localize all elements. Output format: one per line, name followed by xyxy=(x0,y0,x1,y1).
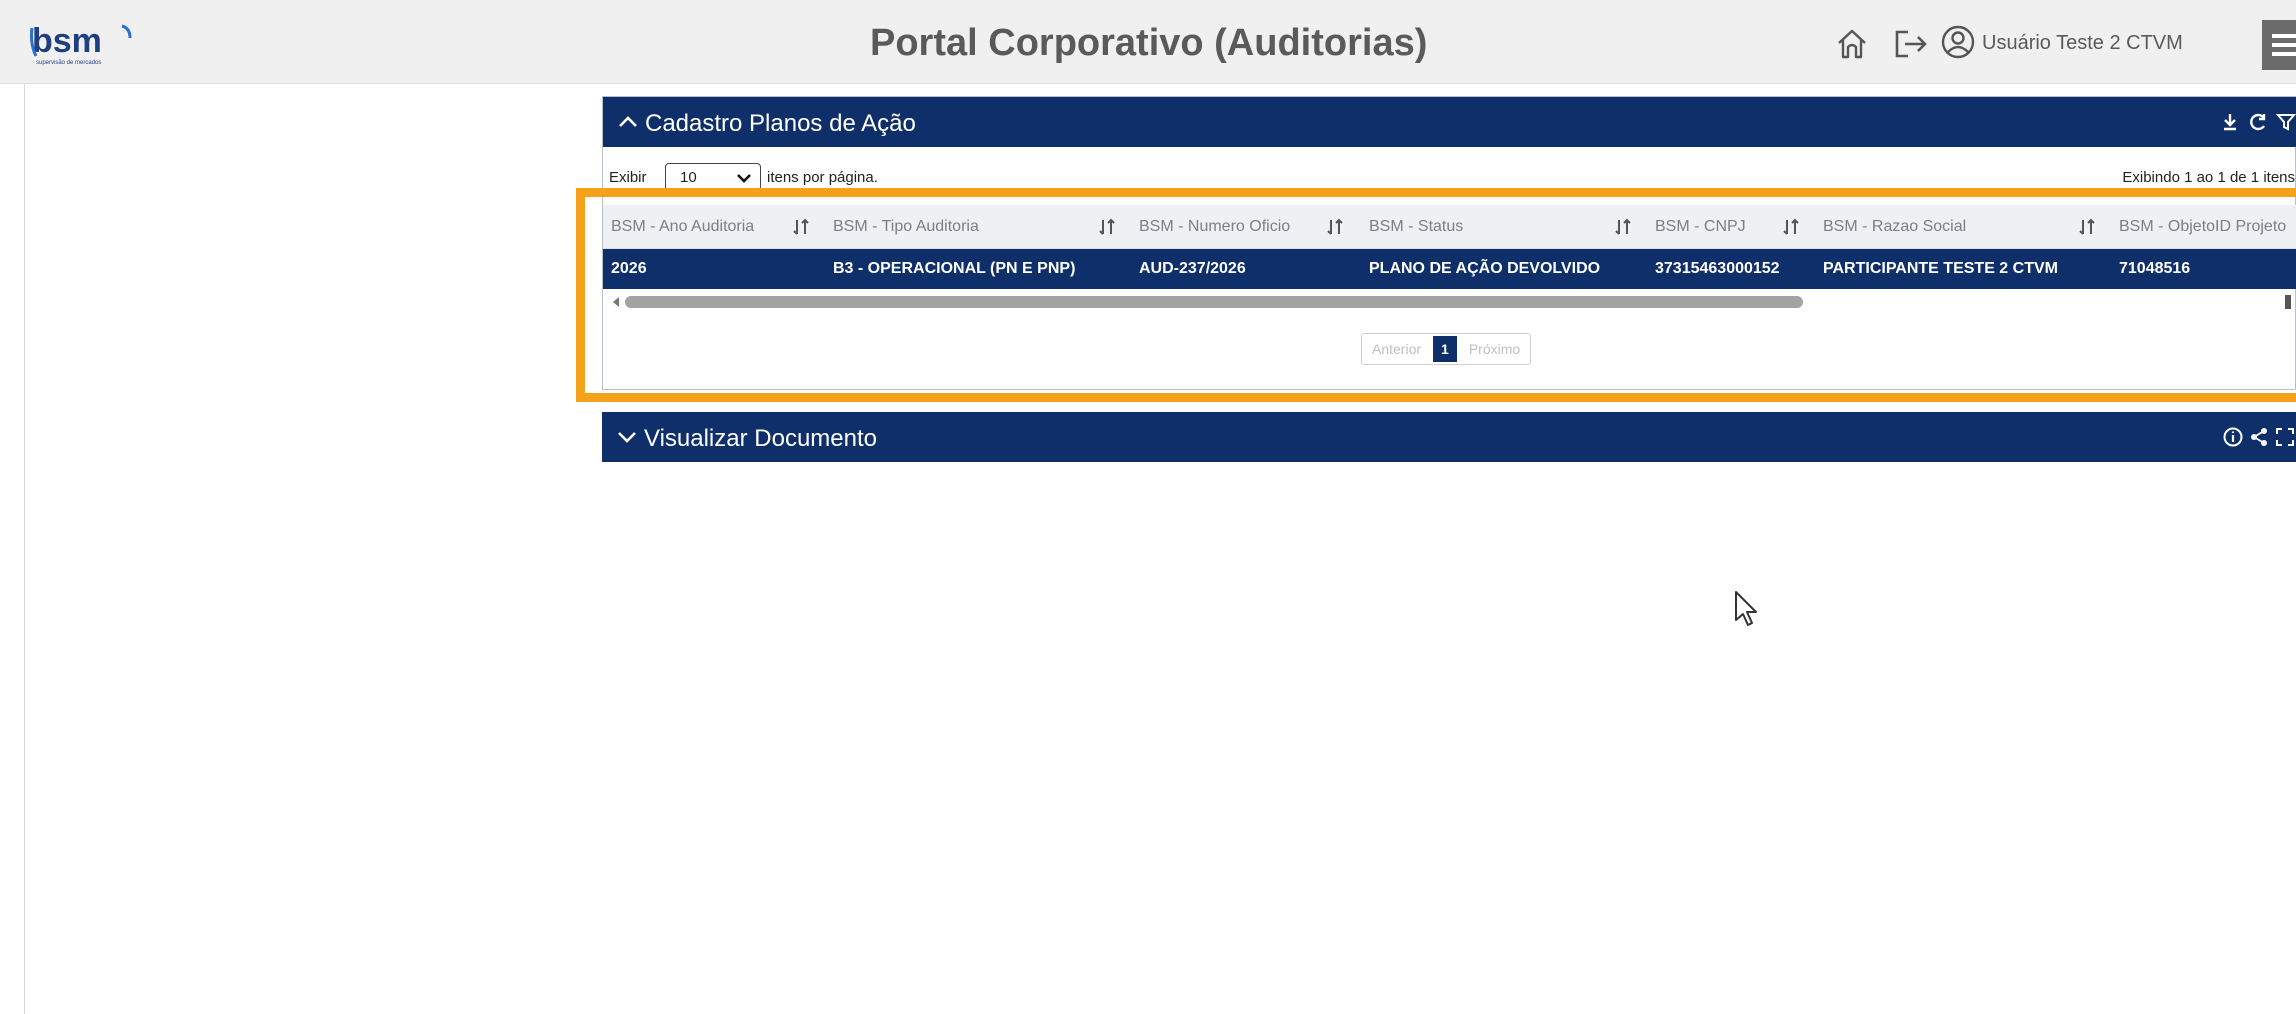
length-label-before: Exibir xyxy=(609,169,647,186)
planos-panel-title: Cadastro Planos de Ação xyxy=(645,110,916,137)
documento-panel: Visualizar Documento xyxy=(602,412,2296,466)
mouse-cursor-icon xyxy=(1735,591,1757,626)
highlight-box xyxy=(576,188,2296,402)
documento-panel-header[interactable]: Visualizar Documento xyxy=(602,412,2296,462)
planos-panel-header[interactable]: Cadastro Planos de Ação xyxy=(603,97,2296,147)
length-label-after: itens por página. xyxy=(767,169,878,186)
page-length-value: 10 xyxy=(680,169,697,186)
user-name[interactable]: Usuário Teste 2 CTVM xyxy=(1982,32,2183,55)
page-length-select[interactable]: 10 xyxy=(665,163,761,191)
documento-panel-title: Visualizar Documento xyxy=(644,425,878,452)
page-title: Portal Corporativo (Auditorias) xyxy=(870,22,1428,64)
refresh-icon[interactable] xyxy=(2247,111,2269,133)
sidebar-divider xyxy=(24,84,25,1014)
top-bar: bsm supervisão de mercados Portal Corpor… xyxy=(0,0,2296,84)
chevron-up-icon[interactable] xyxy=(617,111,639,133)
svg-text:supervisão de mercados: supervisão de mercados xyxy=(36,60,101,66)
chevron-down-icon[interactable] xyxy=(616,426,638,448)
filter-icon[interactable] xyxy=(2275,111,2296,133)
chevron-down-icon xyxy=(737,174,751,183)
expand-icon[interactable] xyxy=(2274,426,2296,448)
table-info: Exibindo 1 ao 1 de 1 itens xyxy=(2122,169,2295,186)
home-icon[interactable] xyxy=(1834,26,1870,62)
menu-button[interactable] xyxy=(2262,20,2296,70)
logout-icon[interactable] xyxy=(1892,26,1932,62)
user-icon[interactable] xyxy=(1940,24,1976,60)
svg-text:bsm: bsm xyxy=(32,22,102,60)
download-icon[interactable] xyxy=(2219,111,2241,133)
info-icon[interactable] xyxy=(2222,426,2244,448)
bsm-logo[interactable]: bsm supervisão de mercados xyxy=(26,18,156,66)
share-icon[interactable] xyxy=(2248,426,2270,448)
